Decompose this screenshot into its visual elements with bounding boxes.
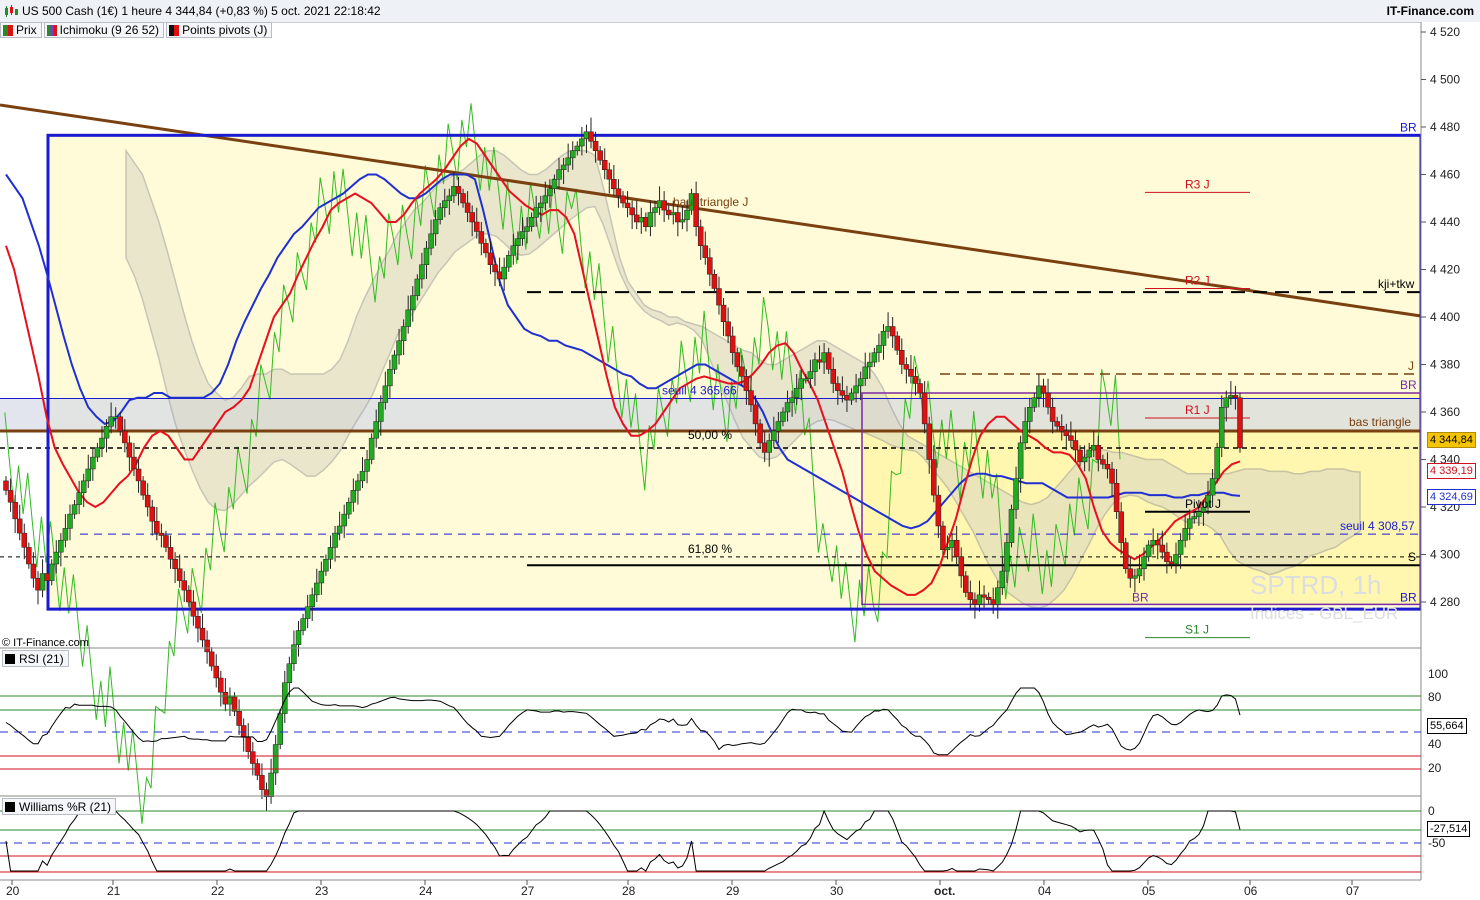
label-br-top: BR	[1400, 120, 1417, 134]
candle	[940, 521, 946, 555]
price-tag-tenkan: 4 339,19	[1427, 463, 1476, 479]
williams-tick-label: -50	[1428, 836, 1446, 850]
label-seuil-low: seuil 4 308,57	[1340, 519, 1415, 533]
rsi-label: RSI (21)	[19, 651, 64, 666]
y-tick-label: 4 360	[1430, 405, 1460, 419]
williams-tick-label: 0	[1428, 804, 1435, 818]
williams-pane-label[interactable]: Williams %R (21)	[2, 798, 117, 815]
candle	[295, 621, 302, 657]
label-haut-triangle: haut triangle J	[673, 195, 748, 209]
candle	[1008, 504, 1015, 548]
candle	[208, 647, 215, 671]
label-r3: R3 J	[1185, 177, 1210, 191]
candle	[204, 630, 210, 664]
label-fib-618: 61,80 %	[688, 542, 732, 556]
label-br-low-purple: BR	[1132, 590, 1149, 604]
williams-value-tag: -27,514	[1427, 821, 1471, 837]
x-tick-label: 21	[107, 884, 121, 898]
candle	[1237, 393, 1243, 453]
candle	[26, 542, 32, 569]
y-tick-label: 4 520	[1430, 25, 1460, 39]
x-tick-label: 05	[1142, 884, 1156, 898]
rsi-tick-label: 40	[1428, 737, 1442, 751]
label-r2: R2 J	[1185, 274, 1210, 288]
watermark-symbol: SPTRD, 1h	[1250, 570, 1382, 600]
candle	[35, 571, 41, 605]
rsi-value-tag: 55,664	[1427, 718, 1467, 734]
williams-swatch-icon	[5, 801, 15, 812]
candle	[222, 678, 229, 712]
candle	[213, 654, 219, 688]
candle	[263, 782, 270, 811]
rsi-tick-label: 100	[1428, 667, 1448, 681]
label-s1: S1 J	[1185, 623, 1209, 637]
candle	[1122, 537, 1129, 574]
rsi-line	[5, 687, 1241, 756]
candle	[195, 609, 201, 643]
candle	[39, 559, 46, 598]
candle	[272, 735, 279, 785]
x-tick-label: 04	[1038, 884, 1052, 898]
price-tag-kijun: 4 324,69	[1427, 489, 1476, 505]
candle	[218, 670, 224, 707]
x-tick-label: 29	[726, 884, 740, 898]
y-tick-label: 4 440	[1430, 215, 1460, 229]
candle	[7, 478, 14, 512]
label-pivot: Pivot J	[1185, 497, 1221, 511]
x-tick-label: 30	[830, 884, 844, 898]
label-br-low: BR	[1400, 590, 1417, 604]
y-tick-label: 4 500	[1430, 73, 1460, 87]
chart-canvas[interactable]: BR R3 J haut triangle J R2 J kji+tkw J BR seuil…	[0, 0, 1480, 900]
rsi-tick-label: 80	[1428, 690, 1442, 704]
rsi-tick-label: 20	[1428, 761, 1442, 775]
copyright-text: © IT-Finance.com	[2, 637, 89, 649]
candle	[1214, 442, 1220, 484]
candle	[227, 687, 233, 716]
label-fib-50: 50,00 %	[688, 428, 732, 442]
y-tick-label: 4 480	[1430, 120, 1460, 134]
candle	[236, 699, 242, 735]
candle	[240, 718, 247, 752]
x-tick-label: 06	[1244, 884, 1258, 898]
candle	[199, 613, 206, 648]
candle	[250, 742, 256, 776]
x-tick-label: 20	[6, 884, 20, 898]
label-j: J	[1408, 359, 1414, 373]
y-tick-label: 4 300	[1430, 548, 1460, 562]
label-seuil-high: seuil 4 365,66	[662, 384, 737, 398]
price-tag-last: 4 344,84	[1427, 432, 1476, 448]
candle	[368, 433, 375, 465]
x-tick-label: 27	[521, 884, 535, 898]
label-bas-triangle: bas triangle	[1349, 415, 1411, 429]
x-tick-label: 22	[211, 884, 225, 898]
y-tick-label: 4 460	[1430, 168, 1460, 182]
x-tick-label: 07	[1346, 884, 1360, 898]
candle	[21, 523, 28, 560]
label-r1: R1 J	[1185, 403, 1210, 417]
x-tick-label: 23	[315, 884, 329, 898]
label-br-purple: BR	[1400, 378, 1417, 392]
williams-label: Williams %R (21)	[19, 799, 112, 814]
y-tick-label: 4 400	[1430, 310, 1460, 324]
candle	[3, 476, 9, 496]
y-tick-label: 4 380	[1430, 358, 1460, 372]
label-s: S	[1408, 550, 1416, 564]
label-kji-tkw: kji+tkw	[1378, 277, 1415, 291]
x-tick-label: 24	[419, 884, 433, 898]
rsi-swatch-icon	[5, 653, 15, 664]
candle	[300, 613, 306, 636]
candle	[268, 758, 274, 804]
y-tick-label: 4 420	[1430, 263, 1460, 277]
y-tick-label: 4 280	[1430, 595, 1460, 609]
x-tick-label: 28	[622, 884, 636, 898]
candle	[30, 552, 37, 588]
candle	[291, 630, 297, 671]
rsi-pane-label[interactable]: RSI (21)	[2, 650, 69, 667]
x-tick-label: oct.	[934, 884, 955, 898]
candle	[245, 723, 251, 759]
candle	[16, 504, 23, 541]
williams-r-line	[5, 809, 1241, 872]
watermark-market: Indices - GBL_EUR	[1250, 604, 1399, 623]
